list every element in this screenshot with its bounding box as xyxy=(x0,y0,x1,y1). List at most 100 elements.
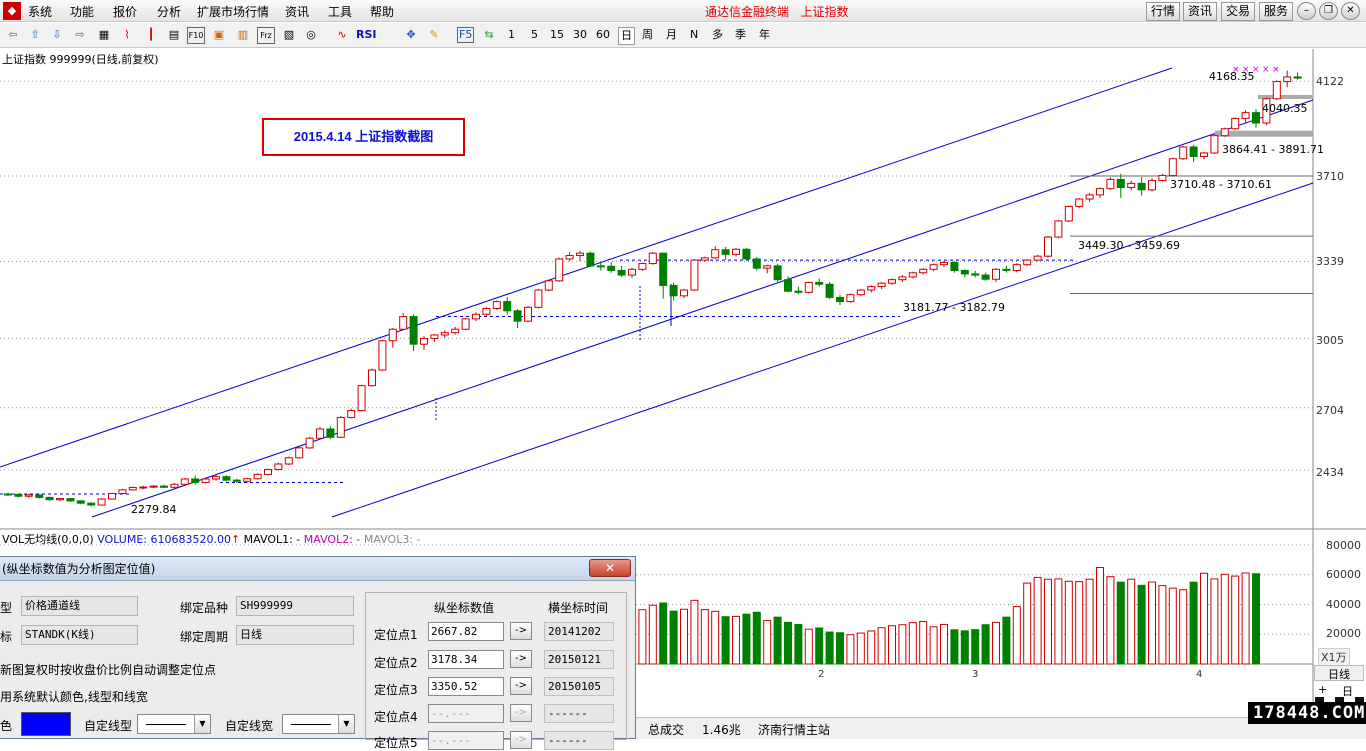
menu-function[interactable]: 功能 xyxy=(70,3,94,20)
period-indicator[interactable]: 日线 xyxy=(1314,665,1364,681)
button-market[interactable]: 行情 xyxy=(1146,2,1181,21)
restore-icon[interactable]: ❐ xyxy=(1319,2,1338,20)
indicator-icon[interactable]: ∿ xyxy=(333,27,351,44)
line-chart-icon[interactable]: ⌇ xyxy=(118,27,136,44)
color-swatch[interactable] xyxy=(21,712,71,736)
calc-icon[interactable]: ▧ xyxy=(280,27,298,44)
dialog-title[interactable]: (纵坐标数值为分析图定位值) xyxy=(0,557,635,581)
app-logo-icon[interactable]: ◆ xyxy=(3,2,21,20)
bind-period-label: 绑定周期 xyxy=(180,630,229,644)
minimize-icon[interactable]: – xyxy=(1297,2,1316,20)
menu-analysis[interactable]: 分析 xyxy=(157,3,181,20)
candle-body xyxy=(555,258,564,282)
chevron-down-icon[interactable]: ▼ xyxy=(194,715,210,733)
menu-system[interactable]: 系统 xyxy=(28,3,52,20)
arrow-button[interactable]: -> xyxy=(510,622,532,640)
period-30min[interactable]: 30 xyxy=(573,27,587,43)
marker-cross: × xyxy=(1272,65,1280,75)
annotation-box[interactable]: 2015.4.14 上证指数截图 xyxy=(262,118,465,156)
f10-icon[interactable]: F10 xyxy=(187,27,205,44)
volume-bar xyxy=(856,632,865,665)
chevron-down-icon[interactable]: ▼ xyxy=(338,715,354,733)
auto-adjust-checkbox-label[interactable]: 新图复权时按收盘价比例自动调整定位点 xyxy=(0,661,216,678)
period-month[interactable]: 月 xyxy=(666,27,677,43)
volume-bar xyxy=(825,631,834,665)
refresh-icon[interactable]: ◎ xyxy=(302,27,320,44)
back-arrow-icon[interactable]: ⇦ xyxy=(4,27,22,44)
arrow-button[interactable]: -> xyxy=(510,731,532,749)
server-name[interactable]: 济南行情主站 xyxy=(758,721,830,738)
line-width-select[interactable]: ▼ xyxy=(282,714,355,734)
forward-icon[interactable]: ⇨ xyxy=(71,27,89,44)
period-year[interactable]: 年 xyxy=(759,27,770,43)
up-arrow-icon[interactable]: ⇧ xyxy=(26,27,44,44)
anchor-date: ------ xyxy=(544,731,614,750)
menu-help[interactable]: 帮助 xyxy=(370,3,394,20)
anchor-label: 定位点4 xyxy=(374,710,418,724)
menu-tools[interactable]: 工具 xyxy=(328,3,352,20)
candle-body xyxy=(742,248,751,260)
candle-body xyxy=(836,296,844,303)
arrow-button[interactable]: -> xyxy=(510,677,532,695)
volume-bar xyxy=(1012,606,1021,665)
anchor-value-input[interactable]: --.--- xyxy=(428,704,504,723)
close-icon[interactable]: ✕ xyxy=(1341,2,1360,20)
candle-body xyxy=(1064,205,1073,222)
period-season[interactable]: 季 xyxy=(735,27,746,43)
volume-bar xyxy=(1220,573,1229,665)
candle-body xyxy=(815,281,824,285)
volume-bar xyxy=(690,599,699,665)
period-n[interactable]: N xyxy=(690,27,698,43)
grid-report-icon[interactable]: ▦ xyxy=(95,27,113,44)
button-news[interactable]: 资讯 xyxy=(1183,2,1218,21)
volume-bar xyxy=(1116,581,1125,665)
period-week[interactable]: 周 xyxy=(642,27,653,43)
volume-bar xyxy=(919,620,928,665)
volume-bar xyxy=(1168,587,1177,665)
switch-icon[interactable]: ⇆ xyxy=(480,27,498,44)
menu-info[interactable]: 资讯 xyxy=(285,3,309,20)
arrow-button[interactable]: -> xyxy=(510,650,532,668)
draw-pen-icon[interactable]: ✎ xyxy=(425,27,443,44)
anchor-value-input[interactable]: --.--- xyxy=(428,731,504,750)
candle-body xyxy=(908,272,917,278)
f5-button[interactable]: F5 xyxy=(457,27,475,43)
anchor-value-input[interactable]: 2667.82 xyxy=(428,622,504,641)
candle-body xyxy=(877,282,886,288)
anchor-date: 20141202 xyxy=(544,622,614,641)
volume-tick: 40000 xyxy=(1326,598,1361,611)
down-arrow-icon[interactable]: ⇩ xyxy=(48,27,66,44)
anchor-value-input[interactable]: 3178.34 xyxy=(428,650,504,669)
period-multi[interactable]: 多 xyxy=(712,27,723,43)
button-trade[interactable]: 交易 xyxy=(1221,2,1256,21)
rsi-button[interactable]: RSI xyxy=(356,27,377,43)
move-icon[interactable]: ✥ xyxy=(402,27,420,44)
candle-body xyxy=(191,478,200,483)
candle-body xyxy=(659,252,668,286)
line-type-select[interactable]: ▼ xyxy=(137,714,211,734)
menu-quote[interactable]: 报价 xyxy=(113,3,137,20)
price-tick: 3339 xyxy=(1316,255,1344,268)
volume-bar xyxy=(700,609,709,665)
candle-body xyxy=(451,328,460,334)
menu-extended-market[interactable]: 扩展市场行情 xyxy=(197,3,269,20)
arrow-button[interactable]: -> xyxy=(510,704,532,722)
period-day[interactable]: 日 xyxy=(618,27,635,45)
period-1min[interactable]: 1 xyxy=(508,27,515,43)
button-service[interactable]: 服务 xyxy=(1259,2,1294,21)
candle-body xyxy=(1137,182,1146,191)
kline-icon[interactable]: ┃ xyxy=(142,27,160,44)
anchor-value-input[interactable]: 3350.52 xyxy=(428,677,504,696)
plus-tab[interactable]: + xyxy=(1318,683,1327,696)
note-icon[interactable]: ▣ xyxy=(210,27,228,44)
period-60min[interactable]: 60 xyxy=(596,27,610,43)
default-style-checkbox-label[interactable]: 用系统默认颜色,线型和线宽 xyxy=(0,688,148,705)
tile-icon[interactable]: ▤ xyxy=(165,27,183,44)
document-icon[interactable]: ▥ xyxy=(234,27,252,44)
period-15min[interactable]: 15 xyxy=(550,27,564,43)
candle-body xyxy=(461,318,470,330)
period-5min[interactable]: 5 xyxy=(531,27,538,43)
frz-icon[interactable]: Frz xyxy=(257,27,275,44)
dialog-close-button[interactable]: ✕ xyxy=(589,559,631,577)
candle-body xyxy=(1054,220,1063,238)
